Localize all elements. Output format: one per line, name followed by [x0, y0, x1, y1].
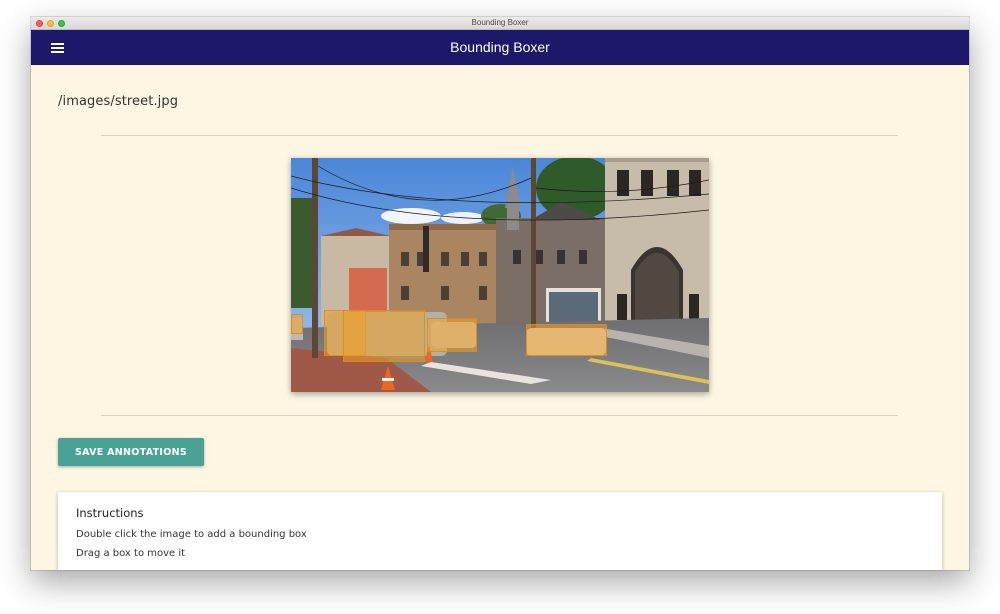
bounding-box[interactable]: [343, 310, 425, 362]
bounding-box[interactable]: [526, 324, 607, 356]
instruction-step: Double click the image to add a bounding…: [76, 529, 307, 540]
app-window: Bounding Boxer Bounding Boxer /images/st…: [31, 17, 969, 570]
bounding-box[interactable]: [427, 318, 477, 352]
save-annotations-button[interactable]: SAVE ANNOTATIONS: [58, 438, 204, 466]
bottom-divider: [101, 415, 898, 416]
top-divider: [101, 135, 898, 136]
annotation-image[interactable]: [291, 158, 709, 392]
window-titlebar: Bounding Boxer: [31, 17, 969, 30]
app-title: Bounding Boxer: [450, 39, 550, 55]
window-title: Bounding Boxer: [471, 18, 529, 27]
file-path: /images/street.jpg: [58, 94, 179, 109]
instructions-card: Instructions Double click the image to a…: [58, 492, 942, 570]
bounding-box[interactable]: [291, 314, 303, 334]
instruction-step: Drag a box to move it: [76, 548, 186, 559]
app-bar: Bounding Boxer: [31, 30, 969, 65]
instructions-title: Instructions: [76, 506, 144, 520]
